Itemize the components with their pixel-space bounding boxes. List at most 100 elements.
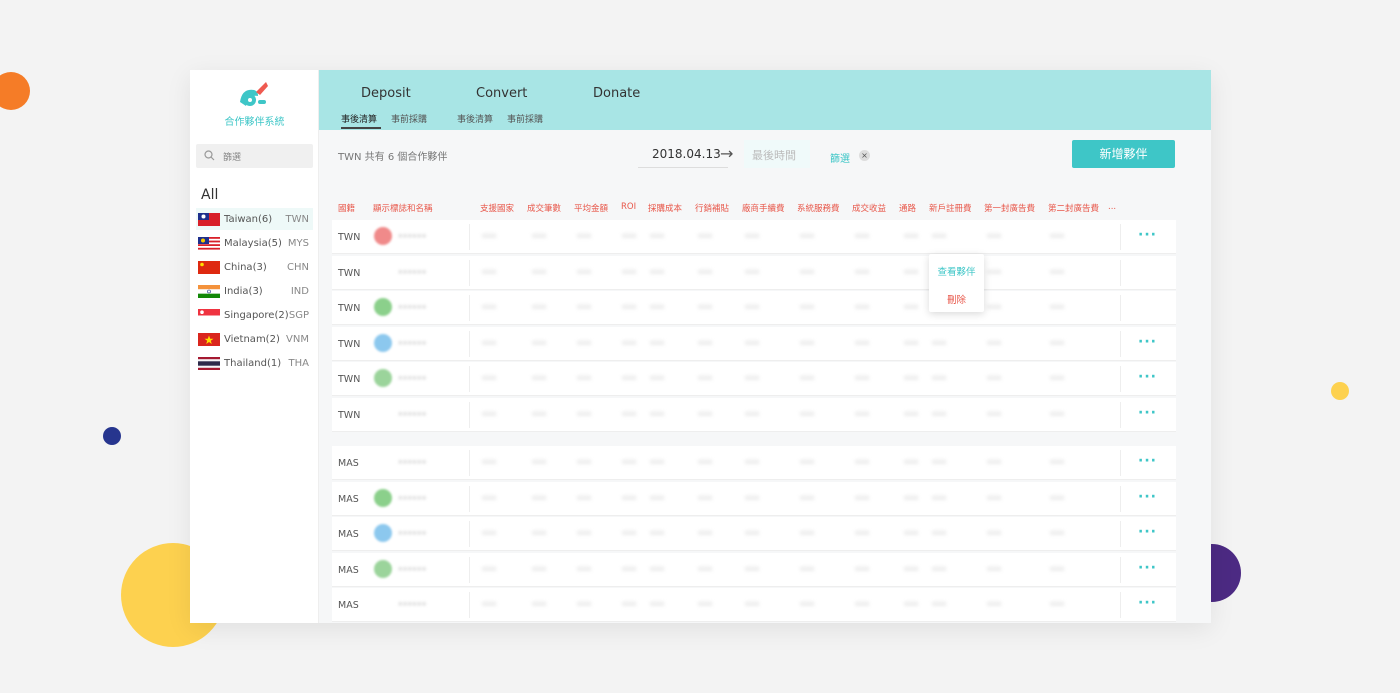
app-logo-icon xyxy=(240,82,268,106)
table-row[interactable]: TWN •••••• ••• ••• ••• ••• ••• ••• ••• ••• ••• ••• •… xyxy=(332,255,1176,290)
blurred-cell: ••• xyxy=(932,338,947,348)
column-header[interactable]: 廠商手續費 xyxy=(742,202,785,214)
row-country: MAS xyxy=(338,458,359,469)
more-actions-icon[interactable]: ··· xyxy=(1138,560,1157,576)
column-header[interactable]: 第一封廣告費 xyxy=(984,202,1035,214)
table-row[interactable]: TWN •••••• ••• ••• ••• ••• ••• ••• ••• ••• ••• ••• •… xyxy=(332,397,1176,432)
sidebar-item-singapore[interactable]: Singapore(2) SGP xyxy=(196,304,313,326)
country-code: VNM xyxy=(286,334,309,345)
table-row[interactable]: MAS •••••• ••• ••• ••• ••• ••• ••• ••• ••• ••• ••• •… xyxy=(332,481,1176,516)
blurred-cell: ••• xyxy=(482,458,497,467)
column-header[interactable]: 通路 xyxy=(899,202,916,214)
blurred-cell: ••• xyxy=(1050,409,1065,419)
more-actions-icon[interactable]: ··· xyxy=(1138,489,1157,505)
blurred-cell: ••• xyxy=(532,493,547,503)
blurred-cell: ••• xyxy=(987,374,1002,383)
partner-logo-icon xyxy=(374,298,392,316)
blurred-cell: ••• xyxy=(800,232,815,241)
row-country: MAS xyxy=(338,493,359,505)
sidebar-item-india[interactable]: India(3) IND xyxy=(196,280,313,302)
blurred-cell: ••• xyxy=(932,232,947,241)
subtab-convert-post-settlement[interactable]: 事後清算 xyxy=(457,112,493,125)
table-row[interactable]: MAS •••••• ••• ••• ••• ••• ••• ••• ••• ••• ••• ••• •… xyxy=(332,517,1176,551)
more-actions-icon[interactable]: ··· xyxy=(1138,405,1157,421)
country-all[interactable]: All xyxy=(201,187,218,203)
search-input[interactable]: 篩選 xyxy=(196,144,313,168)
more-actions-icon[interactable]: ··· xyxy=(1138,334,1157,350)
country-name: Thailand(1) xyxy=(224,358,282,369)
more-actions-icon[interactable]: ··· xyxy=(1138,595,1157,611)
more-actions-icon[interactable]: ··· xyxy=(1138,524,1157,540)
tab-convert[interactable]: Convert xyxy=(476,86,527,101)
more-actions-icon[interactable]: ··· xyxy=(1138,369,1157,385)
blurred-cell: ••• xyxy=(698,529,713,538)
row-country: MAS xyxy=(338,564,359,576)
country-name: India(3) xyxy=(224,286,263,297)
column-header[interactable]: 行銷補貼 xyxy=(695,202,729,214)
more-actions-icon[interactable]: ··· xyxy=(1138,453,1157,469)
table-row[interactable]: TWN •••••• ••• ••• ••• ••• ••• ••• ••• ••• ••• ••• •… xyxy=(332,291,1176,325)
clear-filter-icon[interactable]: × xyxy=(859,150,870,161)
row-country: TWN xyxy=(338,338,361,350)
country-code: THA xyxy=(288,358,309,369)
column-header[interactable]: 第二封廣告費 xyxy=(1048,202,1099,214)
blurred-cell: ••• xyxy=(482,232,497,241)
subtab-deposit-post-settlement[interactable]: 事後清算 xyxy=(341,112,377,125)
sidebar-item-taiwan[interactable]: Taiwan(6) TWN xyxy=(196,208,313,230)
subtab-deposit-pre-purchase[interactable]: 事前採購 xyxy=(391,112,427,125)
column-divider xyxy=(469,521,470,547)
blurred-cell: ••• xyxy=(622,267,637,277)
sidebar-item-china[interactable]: China(3) CHN xyxy=(196,256,313,278)
date-to-field[interactable]: 最後時間 xyxy=(744,140,810,168)
table-row[interactable]: TWN •••••• ••• ••• ••• ••• ••• ••• ••• ••• ••• ••• •… xyxy=(332,220,1176,254)
blurred-cell: ••• xyxy=(698,458,713,467)
filter-button[interactable]: 篩選 xyxy=(830,150,850,165)
column-header[interactable]: 支援國家 xyxy=(480,202,514,214)
column-divider xyxy=(1120,521,1121,547)
blurred-cell: ••• xyxy=(855,529,870,538)
tab-donate[interactable]: Donate xyxy=(593,86,640,101)
table-row[interactable]: TWN •••••• ••• ••• ••• ••• ••• ••• ••• ••• ••• ••• •… xyxy=(332,362,1176,396)
decor-orange-circle xyxy=(0,72,30,110)
app-name: 合作夥伴系統 xyxy=(224,117,285,128)
column-header[interactable]: 成交筆數 xyxy=(527,202,561,214)
partner-summary: TWN 共有 6 個合作夥伴 xyxy=(338,152,448,163)
column-header[interactable]: 國籍 xyxy=(338,202,355,214)
table-row[interactable]: MAS •••••• ••• ••• ••• ••• ••• ••• ••• ••• ••• ••• •… xyxy=(332,446,1176,480)
column-header[interactable]: ROI xyxy=(621,202,636,212)
blurred-cell: ••• xyxy=(987,267,1002,277)
blurred-cell: ••• xyxy=(855,338,870,348)
blurred-cell: ••• xyxy=(800,600,815,609)
subtab-convert-pre-purchase[interactable]: 事前採購 xyxy=(507,112,543,125)
blurred-cell: ••• xyxy=(532,458,547,467)
column-header[interactable]: 系統服務費 xyxy=(797,202,840,214)
blurred-cell: ••• xyxy=(904,267,919,277)
column-header[interactable]: 採購成本 xyxy=(648,202,682,214)
delete-partner-menu-item[interactable]: 刪除 xyxy=(929,292,984,306)
column-header: ... xyxy=(1108,202,1117,212)
blurred-cell: ••• xyxy=(932,529,947,538)
column-header[interactable]: 新戶註冊費 xyxy=(929,202,972,214)
column-header[interactable]: 顯示標誌和名稱 xyxy=(373,202,433,214)
more-actions-icon[interactable]: ··· xyxy=(1138,227,1157,243)
table-row[interactable]: TWN •••••• ••• ••• ••• ••• ••• ••• ••• ••• ••• ••• •… xyxy=(332,326,1176,361)
sidebar-item-thailand[interactable]: Thailand(1) THA xyxy=(196,352,313,374)
taiwan-flag-icon xyxy=(198,213,220,226)
table-row[interactable]: MAS •••••• ••• ••• ••• ••• ••• ••• ••• ••• ••• ••• •… xyxy=(332,552,1176,587)
partner-name-blurred: •••••• xyxy=(398,374,427,383)
sidebar-item-vietnam[interactable]: Vietnam(2) VNM xyxy=(196,328,313,350)
sidebar-item-malaysia[interactable]: Malaysia(5) MYS xyxy=(196,232,313,254)
tab-deposit[interactable]: Deposit xyxy=(361,86,411,101)
blurred-cell: ••• xyxy=(577,267,592,277)
view-partner-menu-item[interactable]: 查看夥伴 xyxy=(929,264,984,278)
partner-name-blurred: •••••• xyxy=(398,338,427,348)
blurred-cell: ••• xyxy=(650,267,665,277)
blurred-cell: ••• xyxy=(622,600,637,609)
table-row[interactable]: MAS •••••• ••• ••• ••• ••• ••• ••• ••• ••• ••• ••• •… xyxy=(332,588,1176,622)
row-country: MAS xyxy=(338,600,359,611)
column-header[interactable]: 平均金額 xyxy=(574,202,608,214)
add-partner-button[interactable]: 新增夥伴 xyxy=(1072,140,1175,168)
blurred-cell: ••• xyxy=(800,458,815,467)
column-header[interactable]: 成交收益 xyxy=(852,202,886,214)
blurred-cell: ••• xyxy=(800,493,815,503)
